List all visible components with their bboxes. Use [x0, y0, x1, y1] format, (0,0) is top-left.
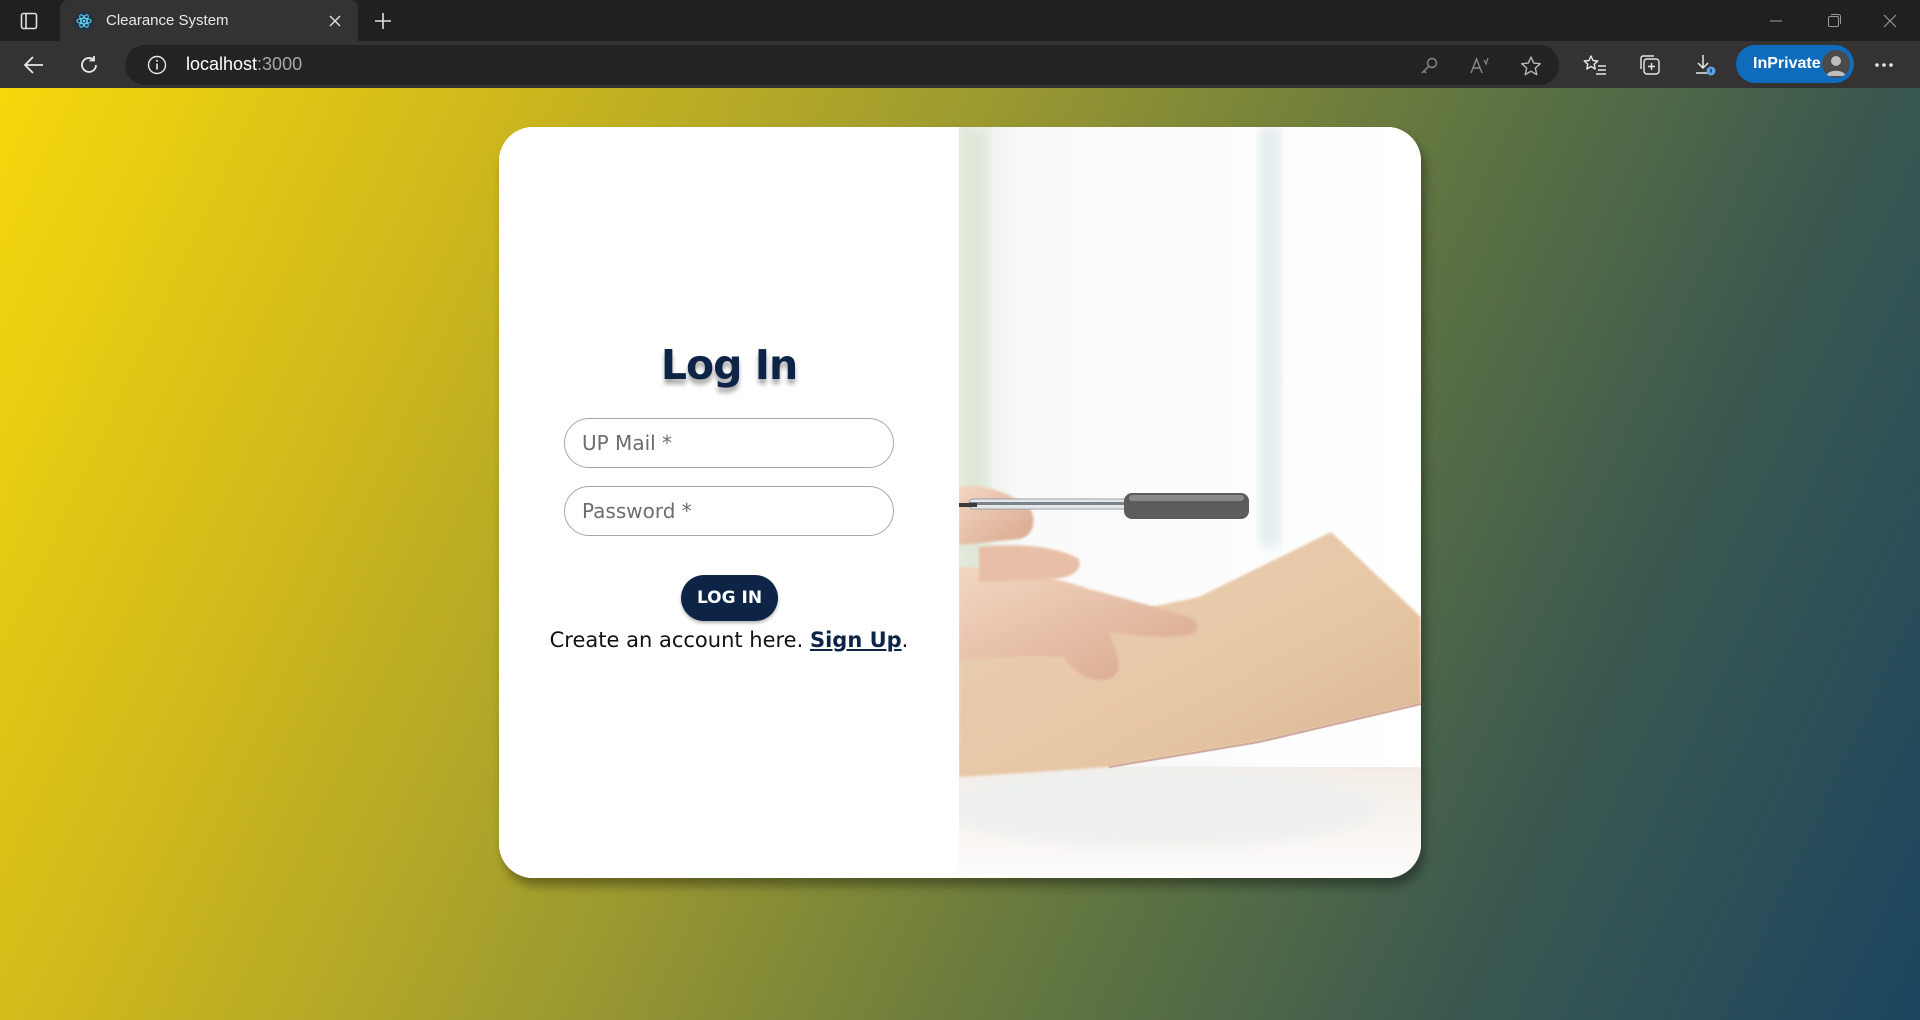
page-background: Log In LOG IN Create an account here. Si… [0, 88, 1920, 1020]
tab-bar: Clearance System [0, 0, 1920, 41]
back-icon[interactable] [16, 47, 52, 83]
page-title: Log In [660, 341, 798, 389]
url-text[interactable]: localhost:3000 [186, 54, 302, 75]
login-button[interactable]: LOG IN [681, 575, 778, 621]
browser-toolbar: localhost:3000 InPrivate [0, 41, 1920, 88]
react-favicon-icon [72, 9, 96, 33]
refresh-icon[interactable] [71, 47, 107, 83]
password-field[interactable] [564, 486, 894, 536]
address-bar[interactable]: localhost:3000 [125, 45, 1559, 85]
tab-actions-icon[interactable] [16, 8, 42, 34]
login-card: Log In LOG IN Create an account here. Si… [499, 127, 1421, 878]
email-field[interactable] [564, 418, 894, 468]
tab-title: Clearance System [106, 12, 229, 29]
password-input[interactable] [565, 487, 893, 535]
signup-suffix: . [901, 628, 909, 652]
signup-prefix: Create an account here. [549, 628, 810, 652]
login-form-panel: Log In LOG IN Create an account here. Si… [499, 127, 959, 878]
more-icon[interactable] [1866, 47, 1902, 83]
window-close-icon[interactable] [1862, 0, 1918, 41]
key-icon[interactable] [1414, 51, 1444, 81]
url-port: :3000 [257, 54, 303, 74]
info-icon[interactable] [145, 53, 169, 77]
url-host: localhost [186, 54, 258, 74]
inprivate-label: InPrivate [1753, 55, 1821, 72]
signup-prompt: Create an account here. Sign Up. [499, 628, 959, 652]
minimize-icon[interactable] [1748, 0, 1804, 41]
read-aloud-icon[interactable] [1465, 51, 1495, 81]
signup-link[interactable]: Sign Up [810, 628, 902, 652]
plus-icon[interactable] [368, 6, 398, 36]
email-input[interactable] [565, 419, 893, 467]
favorites-icon[interactable] [1577, 47, 1613, 83]
download-icon[interactable] [1687, 47, 1723, 83]
avatar [1822, 50, 1850, 78]
collections-icon[interactable] [1632, 47, 1668, 83]
restore-icon[interactable] [1806, 0, 1862, 41]
pen-and-paper-photo [959, 127, 1421, 878]
close-icon[interactable] [320, 6, 350, 36]
star-icon[interactable] [1516, 51, 1546, 81]
browser-tab[interactable]: Clearance System [60, 0, 358, 41]
hero-image [959, 127, 1421, 878]
inprivate-button[interactable]: InPrivate [1736, 45, 1854, 83]
